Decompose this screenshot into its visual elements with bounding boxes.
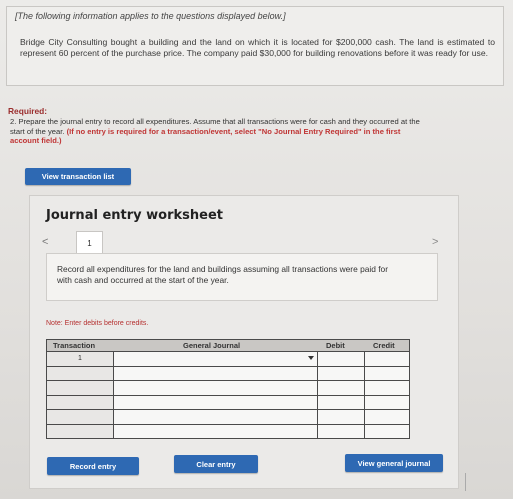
required-text: 2. Prepare the journal entry to record a… [10, 117, 430, 146]
table-row [46, 424, 410, 439]
page: [The following information applies to th… [0, 0, 513, 499]
account-select[interactable] [113, 395, 318, 409]
tab-1[interactable]: 1 [76, 231, 103, 254]
chevron-down-icon[interactable] [308, 356, 314, 360]
header-general-journal: General Journal [183, 341, 241, 350]
header-credit: Credit [373, 341, 395, 350]
header-transaction: Transaction [53, 341, 96, 350]
credit-input[interactable] [364, 367, 409, 381]
transaction-cell [47, 395, 114, 409]
debit-input[interactable] [317, 366, 365, 380]
journal-table: Transaction General Journal Debit Credit… [46, 339, 410, 439]
account-select[interactable] [113, 410, 318, 424]
required-label: Required: [8, 106, 48, 116]
instruction-box: Record all expenditures for the land and… [46, 253, 438, 301]
debit-credit-note: Note: Enter debits before credits. [46, 320, 149, 327]
instruction-text: Record all expenditures for the land and… [57, 264, 389, 285]
table-row: 1 [46, 352, 410, 367]
credit-input[interactable] [364, 381, 409, 395]
table-header: Transaction General Journal Debit Credit [46, 339, 410, 352]
table-row [46, 410, 410, 425]
info-body: Bridge City Consulting bought a building… [20, 37, 495, 58]
debit-input[interactable] [317, 395, 365, 409]
table-row [46, 366, 410, 381]
credit-input[interactable] [364, 410, 409, 424]
transaction-cell: 1 [47, 352, 114, 366]
transaction-cell [47, 424, 114, 438]
account-select[interactable] [113, 352, 318, 366]
account-select[interactable] [113, 381, 318, 395]
scroll-indicator [465, 473, 466, 491]
worksheet-title: Journal entry worksheet [46, 208, 223, 223]
next-arrow-icon[interactable]: > [432, 236, 438, 248]
debit-input[interactable] [317, 381, 365, 395]
prev-arrow-icon[interactable]: < [42, 236, 48, 248]
info-box: [The following information applies to th… [6, 6, 504, 86]
account-select[interactable] [113, 424, 318, 438]
credit-input[interactable] [364, 396, 409, 410]
transaction-cell [47, 410, 114, 424]
journal-entry-worksheet: Journal entry worksheet < 1 > Record all… [29, 195, 459, 489]
table-row [46, 381, 410, 396]
record-entry-button[interactable]: Record entry [47, 457, 139, 475]
account-select[interactable] [113, 366, 318, 380]
debit-input[interactable] [317, 424, 365, 438]
info-intro: [The following information applies to th… [15, 11, 286, 21]
table-row [46, 395, 410, 410]
header-debit: Debit [326, 341, 345, 350]
transaction-cell [47, 366, 114, 380]
view-transaction-list-button[interactable]: View transaction list [25, 168, 131, 185]
clear-entry-button[interactable]: Clear entry [174, 455, 258, 473]
credit-input[interactable] [364, 425, 409, 439]
debit-input[interactable] [317, 410, 365, 424]
transaction-cell [47, 381, 114, 395]
debit-input[interactable] [317, 352, 365, 366]
view-general-journal-button[interactable]: View general journal [345, 454, 443, 472]
credit-input[interactable] [364, 352, 409, 366]
required-red-note: (If no entry is required for a transacti… [10, 126, 401, 146]
